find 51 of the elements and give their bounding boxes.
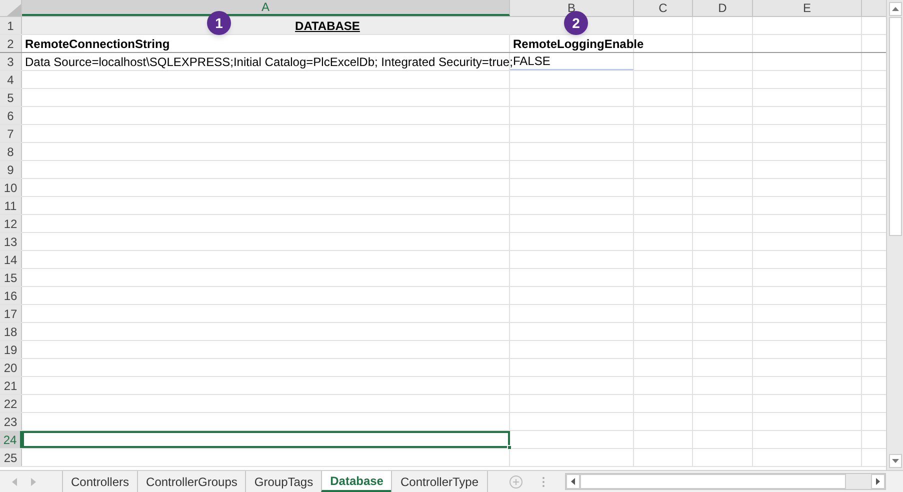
row-header[interactable]: 24 xyxy=(0,431,22,448)
cell-text: Data Source=localhost\SQLEXPRESS;Initial Catalog=PlcExcelDb; Integrated Security=true; xyxy=(25,54,513,70)
scroll-right-icon[interactable] xyxy=(871,474,885,489)
column-header[interactable]: A xyxy=(22,0,510,16)
column-header[interactable]: D xyxy=(693,0,753,16)
previous-sheet-icon[interactable] xyxy=(12,478,18,486)
row-header[interactable]: 14 xyxy=(0,251,22,268)
row-header[interactable]: 23 xyxy=(0,413,22,430)
row-header[interactable]: 2 xyxy=(0,35,22,52)
row-header[interactable]: 11 xyxy=(0,197,22,214)
row-header[interactable]: 21 xyxy=(0,377,22,394)
column-header[interactable]: E xyxy=(753,0,862,16)
row-header[interactable]: 8 xyxy=(0,143,22,160)
splitter-icon[interactable] xyxy=(542,476,546,488)
row-header[interactable]: 7 xyxy=(0,125,22,142)
sheet-title: DATABASE xyxy=(295,18,360,34)
scroll-thumb[interactable] xyxy=(580,474,846,489)
row-header[interactable]: 13 xyxy=(0,233,22,250)
next-sheet-icon[interactable] xyxy=(30,478,36,486)
sheet-tab[interactable]: ControllerType xyxy=(391,471,487,492)
add-sheet-icon[interactable] xyxy=(508,474,523,488)
row-header[interactable]: 22 xyxy=(0,395,22,412)
active-cell[interactable] xyxy=(22,431,510,448)
cell-text: RemoteConnectionString xyxy=(25,36,170,52)
row-header[interactable]: 3 xyxy=(0,53,22,70)
sheet-tab[interactable]: ControllerGroups xyxy=(137,471,246,492)
row-header[interactable]: 5 xyxy=(0,89,22,106)
row-header[interactable]: 19 xyxy=(0,341,22,358)
scroll-thumb[interactable] xyxy=(888,17,902,236)
row-header[interactable]: 6 xyxy=(0,107,22,124)
sheet-tab[interactable]: Controllers xyxy=(62,471,138,492)
row-header[interactable]: 17 xyxy=(0,305,22,322)
scroll-left-icon[interactable] xyxy=(566,474,580,489)
row-header[interactable]: 10 xyxy=(0,179,22,196)
cell-text: RemoteLoggingEnable xyxy=(513,36,644,52)
column-header[interactable]: C xyxy=(634,0,693,16)
row-header[interactable]: 4 xyxy=(0,71,22,88)
row-header[interactable]: 9 xyxy=(0,161,22,178)
sheet-tab[interactable]: Database xyxy=(321,471,392,492)
horizontal-scrollbar[interactable] xyxy=(564,473,886,490)
vertical-scrollbar[interactable] xyxy=(886,0,903,470)
row-header[interactable]: 12 xyxy=(0,215,22,232)
row-header[interactable]: 1 xyxy=(0,17,22,34)
row-header[interactable]: 20 xyxy=(0,359,22,376)
row-header[interactable]: 25 xyxy=(0,449,22,466)
scroll-down-icon[interactable] xyxy=(888,454,902,468)
row-header[interactable]: 18 xyxy=(0,323,22,340)
row-header[interactable]: 16 xyxy=(0,287,22,304)
scroll-up-icon[interactable] xyxy=(888,2,902,16)
row-header[interactable]: 15 xyxy=(0,269,22,286)
cell-text: FALSE xyxy=(513,53,550,70)
